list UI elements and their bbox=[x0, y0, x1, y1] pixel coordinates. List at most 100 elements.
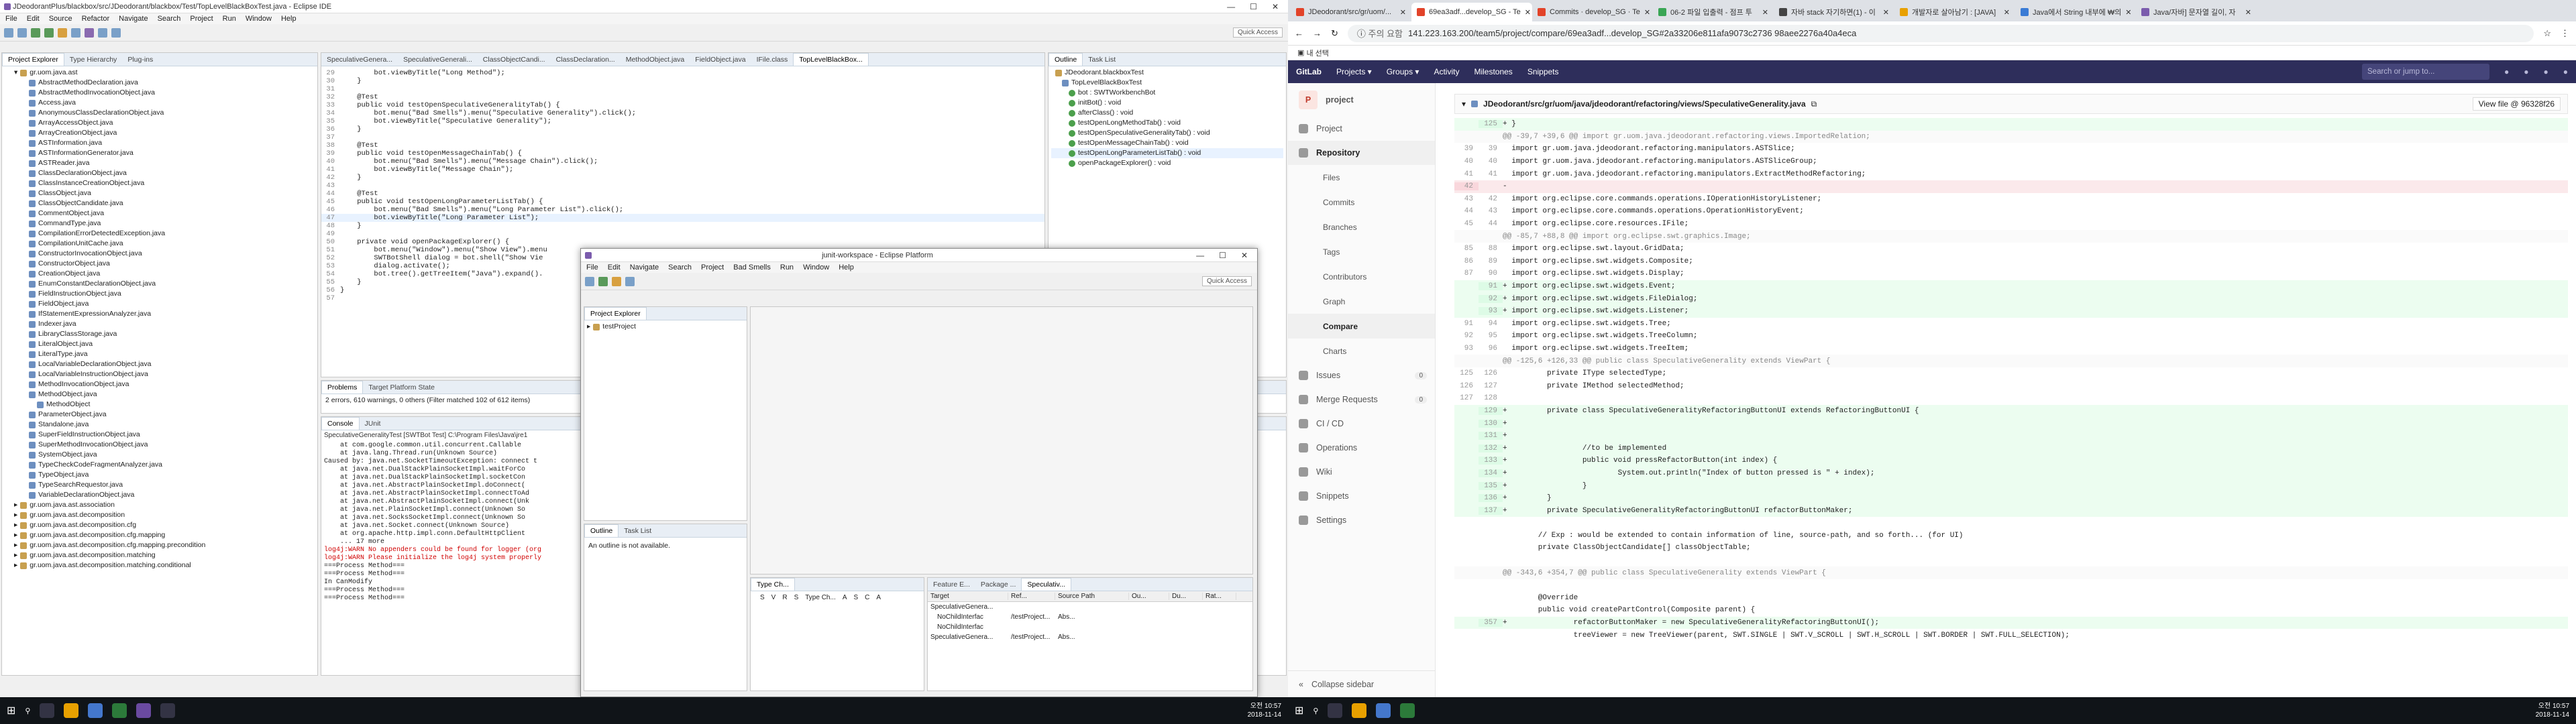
view-file-button[interactable]: View file @ 96328f26 bbox=[2472, 97, 2561, 111]
new-line-number[interactable]: 357 bbox=[1479, 619, 1503, 627]
old-line-number[interactable]: 126 bbox=[1454, 382, 1479, 390]
sidebar-item[interactable]: Branches bbox=[1288, 215, 1435, 239]
taskbar-app-icon[interactable] bbox=[1352, 703, 1367, 718]
menu-item[interactable]: Search bbox=[158, 15, 181, 23]
panel-tab[interactable]: ClassObjectCandi... bbox=[478, 54, 551, 66]
taskbar-app-icon[interactable] bbox=[1376, 703, 1391, 718]
sidebar-item[interactable]: Project bbox=[1288, 117, 1435, 141]
table-row[interactable]: NoChildInterfac/testProject... Abs... bbox=[928, 612, 1252, 622]
sidebar-item[interactable]: CI / CD bbox=[1288, 412, 1435, 436]
panel-tab[interactable]: TopLevelBlackBox... bbox=[793, 53, 869, 66]
new-line-number[interactable]: 39 bbox=[1479, 145, 1503, 153]
gitlab-nav-item[interactable]: Activity bbox=[1434, 67, 1459, 76]
list-item[interactable]: TypeObject.java bbox=[5, 470, 315, 480]
new-line-number[interactable]: 135 bbox=[1479, 481, 1503, 490]
new-line-number[interactable]: 95 bbox=[1479, 332, 1503, 340]
gitlab-nav-item[interactable]: Projects ▾ bbox=[1336, 67, 1372, 76]
browser-tab[interactable]: Commits · develop_SG · Te ✕ bbox=[1532, 3, 1653, 21]
old-line-number[interactable]: 92 bbox=[1454, 332, 1479, 340]
list-item[interactable]: MethodObject bbox=[5, 400, 315, 410]
outline-item[interactable]: JDeodorant.blackboxTest bbox=[1051, 68, 1283, 78]
new-line-number[interactable]: 96 bbox=[1479, 345, 1503, 353]
list-item[interactable]: ParameterObject.java bbox=[5, 410, 315, 420]
new-line-number[interactable]: 129 bbox=[1479, 406, 1503, 415]
panel-tab[interactable]: Task List bbox=[1083, 54, 1121, 66]
taskbar-app-icon[interactable] bbox=[1328, 703, 1343, 718]
sidebar-item[interactable]: Commits bbox=[1288, 190, 1435, 215]
list-item[interactable]: Access.java bbox=[5, 98, 315, 108]
new-line-number[interactable]: 134 bbox=[1479, 469, 1503, 477]
menu-item[interactable]: Search bbox=[668, 263, 692, 272]
quick-access-field[interactable]: Quick Access bbox=[1201, 276, 1252, 286]
menu-item[interactable]: Project bbox=[701, 263, 724, 272]
list-item[interactable]: LocalVariableDeclarationObject.java bbox=[5, 359, 315, 369]
windows-start-icon[interactable]: ⊞ bbox=[1295, 704, 1303, 717]
gitlab-nav-item[interactable]: Snippets bbox=[1527, 67, 1559, 76]
panel-tab[interactable]: FieldObject.java bbox=[690, 54, 751, 66]
tab-close-icon[interactable]: ✕ bbox=[1883, 8, 1889, 17]
list-item[interactable]: TypeCheckCodeFragmentAnalyzer.java bbox=[5, 460, 315, 470]
sidebar-item[interactable]: Repository bbox=[1288, 141, 1435, 165]
new-icon[interactable] bbox=[4, 27, 13, 38]
sidebar-item[interactable]: Graph bbox=[1288, 289, 1435, 314]
outline-item[interactable]: testOpenLongParameterListTab() : void bbox=[1051, 148, 1283, 158]
panel-tab[interactable]: Console bbox=[321, 417, 360, 430]
new-line-number[interactable]: 40 bbox=[1479, 158, 1503, 166]
gitlab-logo[interactable]: GitLab bbox=[1296, 67, 1322, 76]
menu-item[interactable]: Edit bbox=[608, 263, 621, 272]
menu-item[interactable]: Help bbox=[281, 15, 297, 23]
list-item[interactable]: CompilationErrorDetectedException.java bbox=[5, 229, 315, 239]
list-item[interactable]: ConstructorInvocationObject.java bbox=[5, 249, 315, 259]
list-item[interactable]: AbstractMethodInvocationObject.java bbox=[5, 88, 315, 98]
list-item[interactable]: ASTReader.java bbox=[5, 158, 315, 168]
panel-tab[interactable]: SpeculativeGenera... bbox=[321, 54, 398, 66]
panel-tab[interactable]: IFile.class bbox=[751, 54, 794, 66]
old-line-number[interactable]: 40 bbox=[1454, 158, 1479, 166]
column-header[interactable]: Type Ch... bbox=[805, 594, 836, 601]
menu-icon[interactable]: ⋮ bbox=[2561, 28, 2569, 39]
issues-icon[interactable]: ● bbox=[2524, 67, 2528, 76]
run-icon[interactable] bbox=[44, 27, 54, 38]
column-header[interactable]: A bbox=[876, 594, 881, 601]
search-icon[interactable] bbox=[58, 27, 67, 38]
new-line-number[interactable]: 94 bbox=[1479, 320, 1503, 328]
sidebar-item[interactable]: Settings bbox=[1288, 508, 1435, 532]
list-item[interactable]: ▸ gr.uom.java.ast.decomposition.matching.… bbox=[5, 560, 315, 570]
outline-item[interactable]: testOpenMessageChainTab() : void bbox=[1051, 138, 1283, 148]
menu-item[interactable]: Edit bbox=[27, 15, 40, 23]
menu-item[interactable]: Project bbox=[190, 15, 213, 23]
column-header[interactable]: V bbox=[771, 594, 776, 601]
panel-tab[interactable]: Problems bbox=[321, 381, 364, 394]
outline-item[interactable]: testOpenLongMethodTab() : void bbox=[1051, 118, 1283, 128]
tab-type-checking[interactable]: Type Ch... bbox=[751, 578, 795, 591]
column-header[interactable]: Target bbox=[928, 593, 1008, 600]
back-icon[interactable] bbox=[98, 27, 107, 38]
old-line-number[interactable]: 39 bbox=[1454, 145, 1479, 153]
list-item[interactable]: CompilationUnitCache.java bbox=[5, 239, 315, 249]
column-header[interactable]: C bbox=[865, 594, 869, 601]
taskbar-app-icon[interactable] bbox=[40, 703, 55, 718]
old-line-number[interactable]: 43 bbox=[1454, 195, 1479, 203]
list-item[interactable]: LiteralType.java bbox=[5, 349, 315, 359]
new-icon[interactable] bbox=[585, 276, 594, 286]
column-header[interactable]: Source Path bbox=[1055, 593, 1129, 600]
sidebar-item[interactable]: Merge Requests 0 bbox=[1288, 387, 1435, 412]
back-icon[interactable] bbox=[625, 276, 635, 286]
column-header[interactable]: Du... bbox=[1169, 593, 1203, 600]
browser-tab[interactable]: 06-2 파일 입출력 - 점프 투 ✕ bbox=[1653, 3, 1774, 21]
list-item[interactable]: ArrayCreationObject.java bbox=[5, 128, 315, 138]
browser-tab[interactable]: 자바 stack 자기하면(1) - 이 ✕ bbox=[1774, 3, 1894, 21]
list-item[interactable]: CreationObject.java bbox=[5, 269, 315, 279]
sidebar-item[interactable]: Operations bbox=[1288, 436, 1435, 460]
panel-tab[interactable]: Feature E... bbox=[928, 579, 975, 591]
old-line-number[interactable]: 44 bbox=[1454, 207, 1479, 215]
list-item[interactable]: LiteralObject.java bbox=[5, 339, 315, 349]
gitlab-nav-item[interactable]: Milestones bbox=[1474, 67, 1512, 76]
list-item[interactable]: MethodInvocationObject.java bbox=[5, 379, 315, 389]
sidebar-item[interactable]: Snippets bbox=[1288, 484, 1435, 508]
new-line-number[interactable]: 127 bbox=[1479, 382, 1503, 390]
panel-tab[interactable]: ClassDeclaration... bbox=[551, 54, 621, 66]
table-row[interactable]: SpeculativeGenera... bbox=[928, 602, 1252, 612]
taskbar-app-icon[interactable] bbox=[160, 703, 176, 718]
taskbar-app-icon[interactable] bbox=[88, 703, 103, 718]
